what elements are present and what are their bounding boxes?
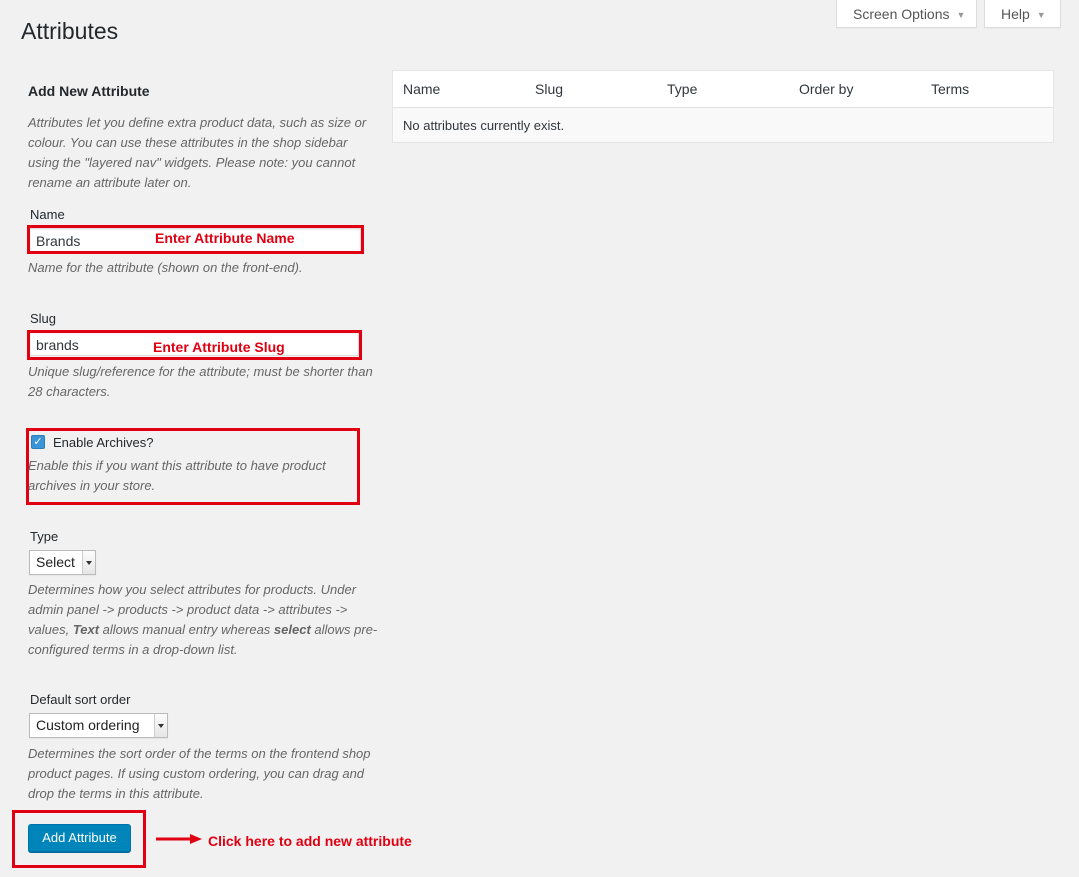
type-select-value: Select <box>36 554 75 570</box>
slug-annotation: Enter Attribute Slug <box>153 339 285 355</box>
form-intro: Attributes let you define extra product … <box>28 115 367 190</box>
add-attribute-button[interactable]: Add Attribute <box>28 824 131 852</box>
column-header-type[interactable]: Type <box>667 81 697 97</box>
sort-order-label: Default sort order <box>30 692 131 707</box>
caret-down-icon: ▼ <box>956 10 966 20</box>
page-title: Attributes <box>21 18 119 44</box>
help-button[interactable]: Help ▼ <box>984 0 1061 28</box>
help-label: Help <box>1001 6 1030 22</box>
screen-options-button[interactable]: Screen Options ▼ <box>836 0 977 28</box>
name-help: Name for the attribute (shown on the fro… <box>28 260 303 275</box>
column-header-slug[interactable]: Slug <box>535 81 563 97</box>
select-arrow-icon <box>82 551 95 574</box>
table-row: No attributes currently exist. <box>393 108 1053 142</box>
arrow-right-icon <box>156 834 202 844</box>
enable-archives-label: Enable Archives? <box>53 435 154 450</box>
select-arrow-icon <box>154 714 167 737</box>
archives-help: Enable this if you want this attribute t… <box>28 458 326 493</box>
screen-options-label: Screen Options <box>853 6 950 22</box>
sort-order-select-value: Custom ordering <box>36 717 140 733</box>
type-help: Determines how you select attributes for… <box>28 582 378 657</box>
type-select[interactable]: Select <box>29 550 96 575</box>
column-header-terms[interactable]: Terms <box>931 81 969 97</box>
slug-label: Slug <box>30 311 57 326</box>
name-annotation: Enter Attribute Name <box>155 230 295 246</box>
attributes-table: Name Slug Type Order by Terms No attribu… <box>392 70 1054 143</box>
slug-help: Unique slug/reference for the attribute;… <box>28 364 373 399</box>
enable-archives-checkbox[interactable]: ✓ <box>31 435 45 449</box>
column-header-name[interactable]: Name <box>403 81 440 97</box>
name-label: Name <box>30 207 65 222</box>
column-header-order-by[interactable]: Order by <box>799 81 853 97</box>
table-header: Name Slug Type Order by Terms <box>393 71 1053 108</box>
form-title: Add New Attribute <box>28 83 150 99</box>
sort-order-select[interactable]: Custom ordering <box>29 713 168 738</box>
caret-down-icon: ▼ <box>1036 10 1046 20</box>
submit-annotation: Click here to add new attribute <box>208 833 412 849</box>
check-icon: ✓ <box>33 436 43 448</box>
sort-order-help: Determines the sort order of the terms o… <box>28 746 371 801</box>
type-label: Type <box>30 529 59 544</box>
empty-table-message: No attributes currently exist. <box>403 118 565 133</box>
